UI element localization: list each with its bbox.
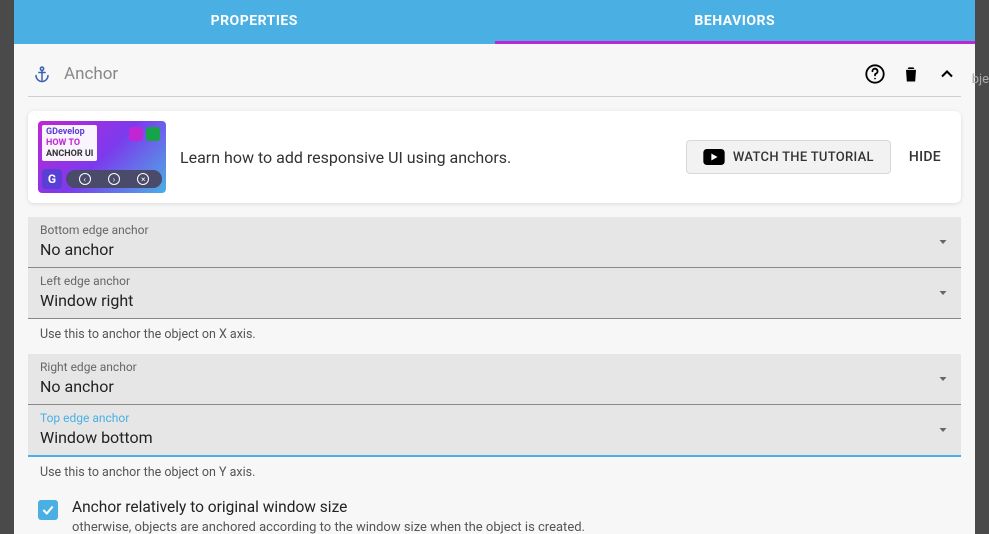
left-edge-anchor-select[interactable]: Left edge anchor Window right [28,268,961,319]
relative-anchor-row: Anchor relatively to original window siz… [28,492,961,534]
field-value: Window bottom [40,427,937,449]
relative-anchor-checkbox[interactable] [38,500,58,520]
tab-properties[interactable]: PROPERTIES [14,0,495,44]
watch-tutorial-button[interactable]: WATCH THE TUTORIAL [686,140,891,174]
top-help-text: Use this to anchor the object on Y axis. [28,457,961,492]
field-value: Window right [40,290,937,312]
delete-icon[interactable] [899,62,923,86]
checkbox-label: Anchor relatively to original window siz… [72,498,957,516]
tab-bar: PROPERTIES BEHAVIORS [14,0,975,44]
collapse-icon[interactable] [935,62,959,86]
chevron-down-icon [937,236,949,248]
top-edge-anchor-select[interactable]: Top edge anchor Window bottom [28,405,961,457]
tutorial-thumbnail: GDevelop HOW TO ANCHOR UI G ‹›× [38,121,166,193]
help-icon[interactable] [863,62,887,86]
chevron-down-icon [937,424,949,436]
dialog: PROPERTIES BEHAVIORS Anchor GDevelop HO [14,0,975,534]
checkbox-description: otherwise, objects are anchored accordin… [72,520,957,534]
field-label: Right edge anchor [40,360,937,376]
bottom-edge-anchor-select[interactable]: Bottom edge anchor No anchor [28,217,961,268]
field-label: Left edge anchor [40,274,937,290]
field-label: Bottom edge anchor [40,223,937,239]
field-value: No anchor [40,376,937,398]
anchor-icon [32,64,52,84]
clipped-background-text: bje [972,72,989,87]
tab-behaviors[interactable]: BEHAVIORS [495,0,976,44]
chevron-down-icon [937,287,949,299]
chevron-down-icon [937,373,949,385]
tutorial-card: GDevelop HOW TO ANCHOR UI G ‹›× Learn ho… [28,111,961,203]
right-edge-anchor-select[interactable]: Right edge anchor No anchor [28,354,961,405]
field-label: Top edge anchor [40,411,937,427]
field-value: No anchor [40,239,937,261]
behavior-header: Anchor [28,56,961,97]
left-help-text: Use this to anchor the object on X axis. [28,319,961,354]
youtube-icon [703,149,725,165]
behavior-title: Anchor [64,64,851,84]
hide-button[interactable]: HIDE [905,141,945,173]
content-area: Anchor GDevelop HOW TO ANCHOR UI G [14,44,975,534]
tutorial-text: Learn how to add responsive UI using anc… [180,148,672,167]
